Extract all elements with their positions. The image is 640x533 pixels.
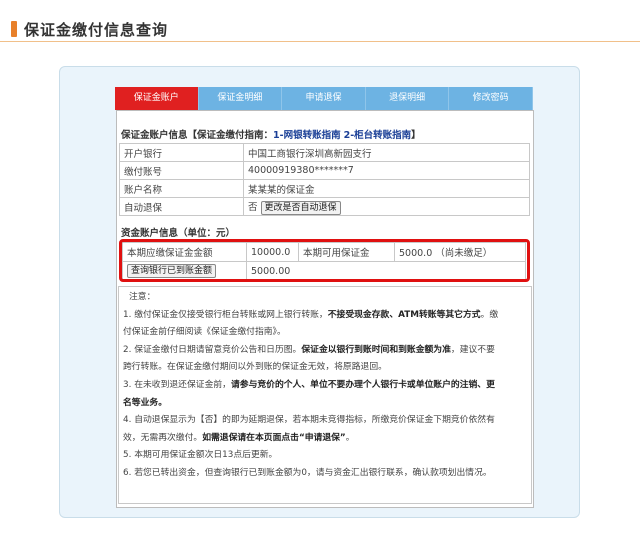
note-3-emphasis: 请参与竞价的个人、单位不要办理个人银行卡或单位账户的注销、更 (230, 379, 495, 390)
note-3: 3. 在未收到退还保证金前，请参与竞价的个人、单位不要办理个人银行卡或单位账户的… (123, 377, 527, 395)
notes-title: 注意： (129, 292, 156, 302)
tab-change-password[interactable]: 修改密码 (449, 87, 533, 110)
note-1-cont: 付保证金前仔细阅读《保证金缴付指南》。 (123, 327, 286, 338)
guide-suffix: 】 (411, 130, 421, 141)
note-4-tail: 。 (345, 432, 355, 443)
page-header: 保证金缴付信息查询 (0, 0, 640, 44)
highlight-box (119, 239, 530, 282)
account-number-value: 40000919380*******7 (243, 161, 530, 180)
note-3-cont: 名等业务。 (123, 395, 527, 413)
note-4: 4. 自动退保显示为【否】的即为延期退保，若本期未竞得指标，所缴竞价保证金下期竞… (123, 415, 495, 426)
note-2: 2. 保证金缴付日期请留意竞价公告和日历图。保证金以银行到账时间和到账金额为准，… (123, 342, 527, 360)
note-2-emphasis: 保证金以银行到账时间和到账金额为准 (301, 344, 451, 355)
account-name-label: 账户名称 (119, 179, 244, 198)
note-1-emphasis: 不接受现金存款、ATM转账等其它方式 (327, 309, 481, 320)
table-row: 自动退保 否 更改是否自动退保 (119, 197, 530, 216)
account-number-label: 缴付账号 (119, 161, 244, 180)
guide-link-online-banking[interactable]: 1-网银转账指南 (273, 130, 341, 141)
fund-section-title: 资金账户信息（单位：元） (121, 228, 236, 239)
header-accent-bar (11, 21, 17, 37)
account-guide: 保证金账户信息【保证金缴付指南：1-网银转账指南 2-柜台转账指南】 (121, 127, 421, 141)
note-1: 1. 缴付保证金仅接受银行柜台转账或网上银行转账，不接受现金存款、ATM转账等其… (123, 307, 527, 325)
bank-label: 开户银行 (119, 143, 244, 162)
guide-prefix: 保证金账户信息【保证金缴付指南： (121, 130, 274, 141)
guide-link-counter-transfer[interactable]: 2-柜台转账指南 (344, 130, 412, 141)
account-info-table: 开户银行 中国工商银行深圳高新园支行 缴付账号 40000919380*****… (119, 143, 530, 216)
table-row: 开户银行 中国工商银行深圳高新园支行 (119, 143, 530, 162)
note-1-tail: 。缴 (480, 309, 499, 320)
change-auto-refund-button[interactable]: 更改是否自动退保 (260, 200, 341, 215)
auto-refund-label: 自动退保 (119, 197, 244, 216)
note-2-text: 2. 保证金缴付日期请留意竞价公告和日历图。 (123, 344, 302, 355)
note-4-emphasis: 如需退保请在本页面点击“申请退保” (202, 432, 346, 443)
tab-bar: 保证金账户 保证金明细 申请退保 退保明细 修改密码 (115, 87, 533, 110)
table-row: 账户名称 某某某的保证金 (119, 179, 530, 198)
notes-section: 注意： 1. 缴付保证金仅接受银行柜台转账或网上银行转账，不接受现金存款、ATM… (118, 286, 532, 504)
bank-value: 中国工商银行深圳高新园支行 (243, 143, 530, 162)
auto-refund-value: 否 (248, 201, 258, 213)
note-4-text: 效，无需再次缴付。 (123, 432, 203, 443)
account-name-value: 某某某的保证金 (243, 179, 530, 198)
note-4-cont: 效，无需再次缴付。如需退保请在本页面点击“申请退保”。 (123, 430, 527, 448)
auto-refund-cell: 否 更改是否自动退保 (243, 197, 530, 216)
page-title: 保证金缴付信息查询 (24, 21, 169, 39)
note-2-tail: ，建议不要 (450, 344, 495, 355)
note-3-emphasis-tail: 名等业务。 (123, 397, 167, 408)
tab-deposit-details[interactable]: 保证金明细 (198, 87, 283, 110)
tab-deposit-account[interactable]: 保证金账户 (115, 87, 199, 110)
note-5: 5. 本期可用保证金额次日13点后更新。 (123, 450, 278, 461)
note-2-cont: 跨行转账。在保证金缴付期间以外到账的保证金无效，将原路退回。 (123, 362, 387, 373)
note-1-text: 1. 缴付保证金仅接受银行柜台转账或网上银行转账， (123, 309, 328, 320)
note-3-text: 3. 在未收到退还保证金前， (123, 379, 231, 390)
table-row: 缴付账号 40000919380*******7 (119, 161, 530, 180)
tab-apply-refund[interactable]: 申请退保 (282, 87, 366, 110)
note-6: 6. 若您已转出资金，但查询银行已到账金额为0，请与资金汇出银行联系，确认款项划… (123, 467, 492, 478)
header-divider (0, 41, 640, 42)
tab-refund-details[interactable]: 退保明细 (365, 87, 450, 110)
